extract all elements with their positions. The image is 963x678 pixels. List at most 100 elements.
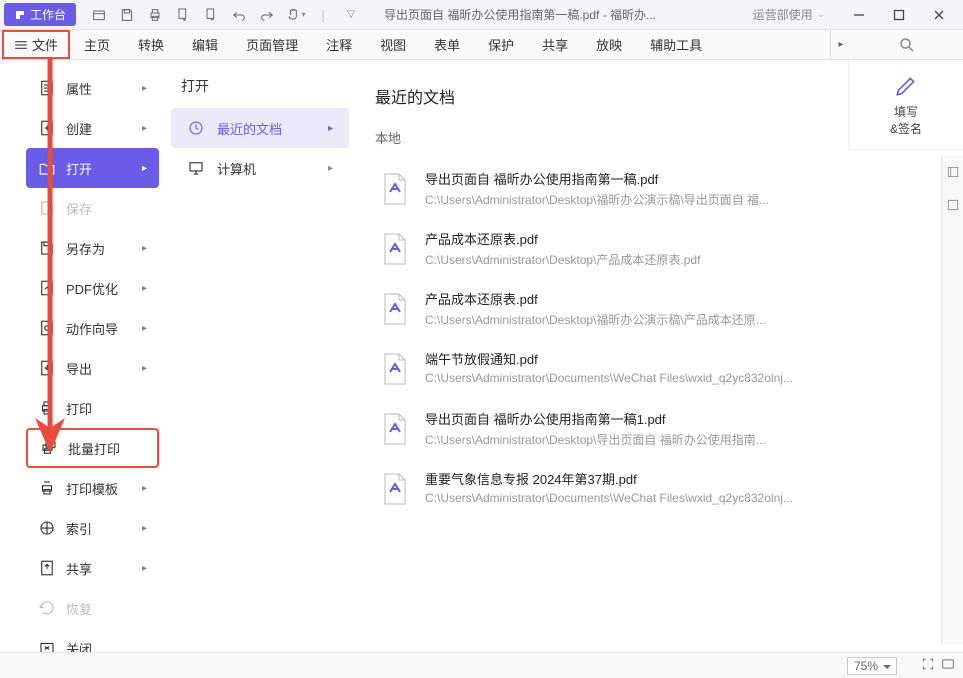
quick-access-toolbar: ▾ | ▽	[86, 2, 364, 28]
fit-page-icon[interactable]	[921, 657, 935, 674]
col2-title: 打开	[165, 76, 355, 108]
recent-path: C:\Users\Administrator\Desktop\福昕办公演示稿\产…	[425, 311, 816, 328]
recent-item[interactable]: 导出页面自 福昕办公使用指南第一稿.pdf C:\Users\Administr…	[375, 159, 820, 219]
file-restore: 恢复	[26, 588, 159, 628]
add-page-icon[interactable]	[170, 2, 196, 28]
file-action-wizard[interactable]: 动作向导▸	[26, 308, 159, 348]
recent-item[interactable]: 产品成本还原表.pdf C:\Users\Administrator\Deskt…	[375, 279, 820, 339]
chevron-right-icon: ▸	[328, 163, 333, 174]
file-properties[interactable]: 属性 ▸	[26, 68, 159, 108]
file-menu-col2: 打开 最近的文档▸ 计算机 ▸	[165, 60, 355, 675]
file-share[interactable]: 共享▸	[26, 548, 159, 588]
recent-title: 最近的文档	[375, 84, 820, 108]
usage-label: 运营部使用	[753, 6, 813, 23]
logo-icon	[14, 9, 26, 21]
undo-icon[interactable]	[226, 2, 252, 28]
file-optimize-label: PDF优化	[66, 279, 118, 298]
open-icon[interactable]	[86, 2, 112, 28]
file-export-label: 导出	[66, 359, 92, 378]
file-open[interactable]: 打开▸	[26, 148, 159, 188]
recent-item[interactable]: 产品成本还原表.pdf C:\Users\Administrator\Deskt…	[375, 219, 820, 279]
menu-view[interactable]: 视图	[366, 30, 420, 59]
chevron-right-icon: ▸	[142, 243, 147, 254]
right-sidebar	[941, 155, 963, 645]
file-save-as[interactable]: 另存为▸	[26, 228, 159, 268]
menu-annotate[interactable]: 注释	[312, 30, 366, 59]
recent-path: C:\Users\Administrator\Desktop\福昕办公演示稿\导…	[425, 191, 816, 208]
file-restore-label: 恢复	[66, 599, 92, 618]
pdf-icon	[379, 409, 411, 449]
hand-icon[interactable]: ▾	[282, 2, 308, 28]
recent-docs-item[interactable]: 最近的文档▸	[171, 108, 349, 148]
recent-list: 导出页面自 福昕办公使用指南第一稿.pdf C:\Users\Administr…	[375, 159, 820, 519]
recent-item[interactable]: 导出页面自 福昕办公使用指南第一稿1.pdf C:\Users\Administ…	[375, 399, 820, 459]
dropdown-icon[interactable]: ▽	[338, 2, 364, 28]
file-index[interactable]: 索引▸	[26, 508, 159, 548]
menu-overflow-arrow[interactable]: ▸	[831, 30, 851, 59]
recent-name: 产品成本还原表.pdf	[425, 229, 816, 248]
recent-name: 重要气象信息专报 2024年第37期.pdf	[425, 469, 816, 488]
pdf-icon	[379, 469, 411, 509]
menu-tools[interactable]: 辅助工具	[636, 30, 716, 59]
fullscreen-icon[interactable]	[941, 657, 955, 674]
recent-path: C:\Users\Administrator\Documents\WeChat …	[425, 491, 816, 505]
menu-convert[interactable]: 转换	[124, 30, 178, 59]
save-icon[interactable]	[114, 2, 140, 28]
close-button[interactable]	[919, 1, 959, 29]
file-print-template[interactable]: 打印模板▸	[26, 468, 159, 508]
file-optimize[interactable]: PDF优化 ▸	[26, 268, 159, 308]
menu-page-manage[interactable]: 页面管理	[232, 30, 312, 59]
computer-label: 计算机	[217, 159, 256, 178]
menu-file[interactable]: 文件	[2, 30, 70, 59]
zoom-value: 75%	[854, 659, 878, 673]
file-share-label: 共享	[66, 559, 92, 578]
file-save-label: 保存	[66, 199, 92, 218]
chevron-right-icon: ▸	[142, 123, 147, 134]
menu-share[interactable]: 共享	[528, 30, 582, 59]
workbench-button[interactable]: 工作台	[4, 3, 76, 26]
file-export[interactable]: 导出▸	[26, 348, 159, 388]
recent-name: 端午节放假通知.pdf	[425, 349, 816, 368]
recent-item[interactable]: 重要气象信息专报 2024年第37期.pdf C:\Users\Administ…	[375, 459, 820, 519]
file-print-label: 打印	[66, 399, 92, 418]
file-create[interactable]: 创建▸	[26, 108, 159, 148]
workbench-label: 工作台	[30, 6, 66, 23]
file-action-wizard-label: 动作向导	[66, 319, 118, 338]
panel-icon-2[interactable]	[946, 198, 960, 217]
file-save: 保存	[26, 188, 159, 228]
fill-sign-button[interactable]: 填写 &签名	[848, 60, 963, 150]
computer-item[interactable]: 计算机 ▸	[171, 148, 349, 188]
recent-path: C:\Users\Administrator\Documents\WeChat …	[425, 371, 816, 385]
maximize-button[interactable]	[879, 1, 919, 29]
remove-page-icon[interactable]	[198, 2, 224, 28]
menu-edit[interactable]: 编辑	[178, 30, 232, 59]
chevron-right-icon: ▸	[142, 163, 147, 174]
redo-icon[interactable]	[254, 2, 280, 28]
titlebar: 工作台 ▾ | ▽ 导出页面自 福昕办公使用指南第一稿.pdf - 福昕办...…	[0, 0, 963, 30]
panel-icon-1[interactable]	[946, 165, 960, 184]
file-batch-print[interactable]: 批量打印	[26, 428, 159, 468]
file-index-label: 索引	[66, 519, 92, 538]
menu-protect[interactable]: 保护	[474, 30, 528, 59]
sign-label: &签名	[890, 120, 922, 137]
pdf-icon	[379, 289, 411, 329]
chevron-right-icon: ▸	[142, 483, 147, 494]
menubar: 文件 主页 转换 编辑 页面管理 注释 视图 表单 保护 共享 放映 辅助工具 …	[0, 30, 963, 60]
recent-path: C:\Users\Administrator\Desktop\导出页面自 福昕办…	[425, 431, 816, 448]
menu-form[interactable]: 表单	[420, 30, 474, 59]
zoom-select[interactable]: 75%	[847, 657, 897, 675]
menu-play[interactable]: 放映	[582, 30, 636, 59]
minimize-button[interactable]	[839, 1, 879, 29]
recent-item[interactable]: 端午节放假通知.pdf C:\Users\Administrator\Docum…	[375, 339, 820, 399]
search-button[interactable]	[851, 30, 963, 59]
chevron-right-icon: ▸	[142, 83, 147, 94]
chevron-right-icon: ▸	[142, 283, 147, 294]
menu-home[interactable]: 主页	[70, 30, 124, 59]
file-print[interactable]: 打印	[26, 388, 159, 428]
pdf-icon	[379, 169, 411, 209]
print-icon[interactable]	[142, 2, 168, 28]
chevron-right-icon: ▸	[328, 123, 333, 134]
file-properties-label: 属性	[66, 79, 92, 98]
file-menu-panel: 属性▸ 创建▸ 打开▸ 保存 另存为▸ PDF优化▸ 动作向导▸ 导出▸ 打印 …	[20, 60, 840, 675]
usage-dropdown[interactable]: 运营部使用⌄	[747, 4, 831, 25]
